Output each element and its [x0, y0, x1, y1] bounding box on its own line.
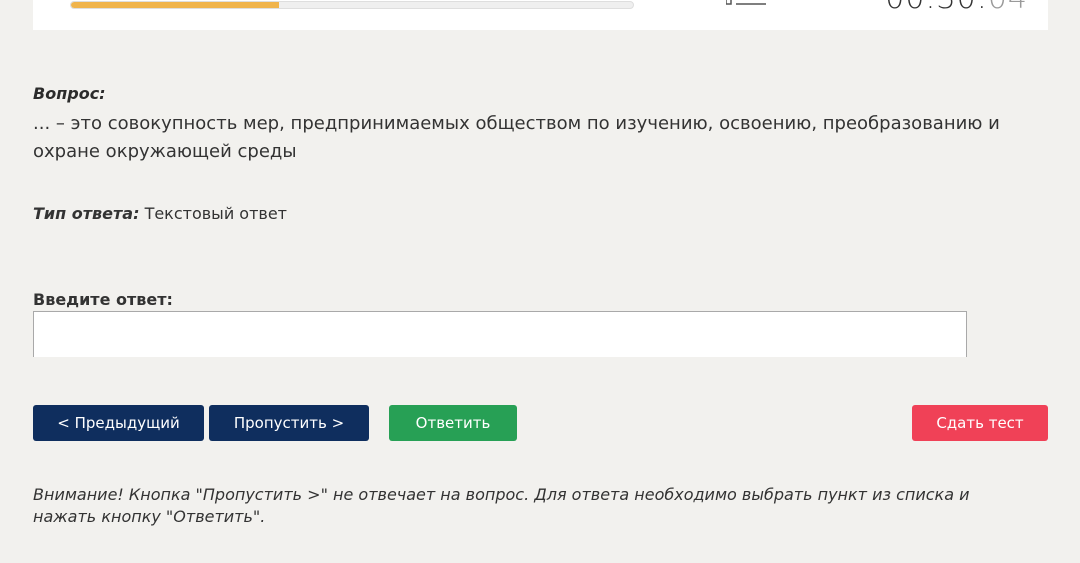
- answer-button[interactable]: Ответить: [389, 405, 517, 441]
- question-label: Вопрос:: [33, 84, 106, 103]
- timer-main: 00:30:: [885, 0, 988, 16]
- timer: 00:30:04: [885, 0, 1028, 14]
- top-panel: 00:30:04: [33, 0, 1048, 30]
- skip-button[interactable]: Пропустить >: [209, 405, 369, 441]
- finish-test-button[interactable]: Сдать тест: [912, 405, 1048, 441]
- timer-seconds: 04: [988, 0, 1028, 16]
- answer-type-label: Тип ответа:: [33, 204, 140, 223]
- answer-type-value: Текстовый ответ: [144, 204, 287, 223]
- question-text: ... – это совокупность мер, предпринимае…: [33, 113, 1000, 162]
- answer-type: Тип ответа: Текстовый ответ: [33, 204, 287, 223]
- answer-input[interactable]: [33, 311, 967, 357]
- progress-bar: [70, 1, 634, 9]
- answer-input-label: Введите ответ:: [33, 290, 173, 309]
- previous-button[interactable]: < Предыдущий: [33, 405, 204, 441]
- notice-text: Внимание! Кнопка "Пропустить >" не отвеч…: [33, 485, 970, 526]
- progress-fill: [71, 2, 279, 8]
- question-list-icon[interactable]: [726, 0, 766, 6]
